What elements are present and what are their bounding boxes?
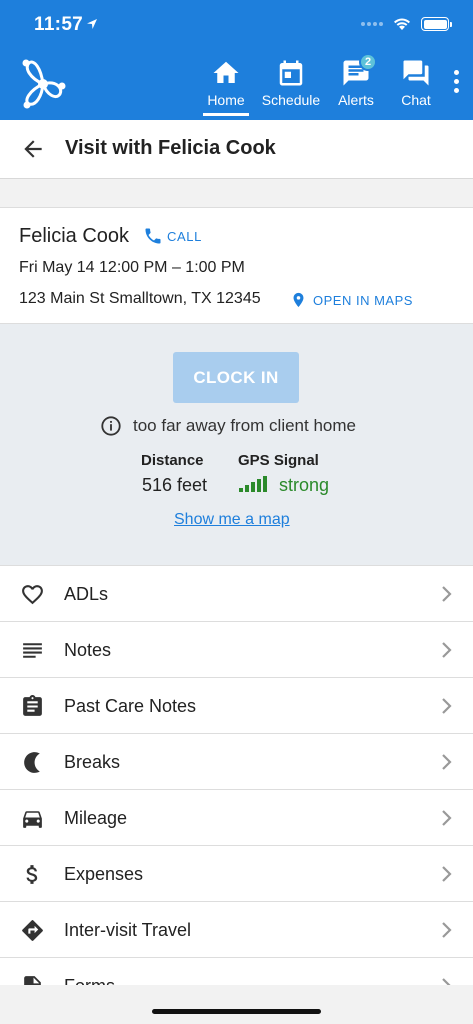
battery-icon [421, 17, 452, 31]
menu-item-label: Expenses [64, 864, 144, 884]
clock-in-section: CLOCK IN too far away from client home D… [0, 324, 473, 565]
menu-item-mileage[interactable]: Mileage [0, 789, 473, 845]
notes-icon [23, 643, 42, 658]
calendar-icon [279, 60, 303, 86]
gps-signal-bars-icon [239, 476, 267, 492]
menu-item-inter-visit-travel[interactable]: Inter-visit Travel [0, 901, 473, 957]
maps-label: OPEN IN MAPS [313, 292, 413, 308]
alerts-badge: 2 [359, 53, 377, 71]
open-in-maps-button[interactable]: OPEN IN MAPS [290, 290, 413, 310]
call-label: CALL [167, 228, 202, 244]
chevron-right-icon [442, 978, 451, 985]
menu-item-label: Inter-visit Travel [64, 920, 192, 940]
menu-item-label: ADLs [64, 584, 109, 604]
nav-chat-label: Chat [401, 92, 431, 108]
menu-item-notes[interactable]: Notes [0, 621, 473, 677]
moon-icon [24, 752, 40, 773]
dollar-icon [26, 865, 38, 884]
car-icon [23, 811, 42, 828]
heart-icon [22, 585, 43, 605]
nav-schedule-label: Schedule [261, 92, 321, 108]
nav-alerts[interactable]: 2 Alerts [326, 53, 386, 116]
warning-text: too far away from client home [133, 416, 356, 435]
status-time: 11:57 [34, 14, 84, 35]
nav-schedule[interactable]: Schedule [256, 58, 326, 116]
more-options-icon[interactable] [454, 70, 459, 93]
chevron-right-icon [442, 642, 452, 658]
nav-chat[interactable]: Chat [386, 58, 446, 116]
form-icon [24, 976, 41, 985]
distance-warning: too far away from client home [100, 415, 356, 437]
nav-home-label: Home [207, 92, 245, 108]
distance-label: Distance [141, 452, 204, 469]
clipboard-icon [23, 695, 42, 716]
cellular-signal-icon [361, 22, 383, 26]
back-arrow-icon[interactable] [20, 136, 46, 162]
menu-item-breaks[interactable]: Breaks [0, 733, 473, 789]
top-nav: Home Schedule 2 Alerts Chat [196, 53, 446, 116]
client-address: 123 Main St Smalltown, TX 12345 [19, 290, 261, 307]
clock-in-button[interactable]: CLOCK IN [173, 352, 299, 403]
home-indicator [0, 985, 473, 1024]
chevron-right-icon [442, 866, 452, 882]
menu-item-label: Breaks [64, 752, 121, 772]
show-map-link[interactable]: Show me a map [174, 511, 290, 529]
info-icon [101, 416, 121, 436]
chevron-right-icon [442, 698, 452, 714]
menu-item-label: Forms [64, 976, 115, 985]
nav-home[interactable]: Home [196, 58, 256, 116]
phone-icon [145, 228, 161, 244]
home-icon [213, 61, 239, 83]
page-header: Visit with Felicia Cook [0, 120, 473, 179]
visit-menu-list: ADLs Notes Past Care Notes Breaks Mileag… [0, 565, 473, 985]
wifi-icon [394, 18, 410, 30]
gps-signal-value: strong [279, 475, 330, 495]
menu-item-label: Mileage [64, 808, 128, 828]
status-bar: 11:57 [0, 0, 473, 50]
app-logo-icon [22, 59, 66, 109]
nav-alerts-label: Alerts [338, 92, 374, 108]
client-name: Felicia Cook [19, 225, 130, 247]
distance-value: 516 feet [142, 475, 208, 495]
visit-time: Fri May 14 12:00 PM – 1:00 PM [19, 259, 245, 276]
chat-icon [403, 60, 429, 86]
menu-item-expenses[interactable]: Expenses [0, 845, 473, 901]
menu-item-past-care-notes[interactable]: Past Care Notes [0, 677, 473, 733]
chevron-right-icon [442, 922, 452, 938]
client-info-card: Felicia Cook CALL Fri May 14 12:00 PM – … [0, 207, 473, 324]
menu-item-label: Notes [64, 640, 112, 660]
chevron-right-icon [442, 810, 452, 826]
location-arrow-icon [87, 19, 97, 29]
chevron-right-icon [442, 586, 452, 602]
menu-item-forms[interactable]: Forms [0, 957, 473, 985]
menu-item-adls[interactable]: ADLs [0, 565, 473, 621]
app-header-bar: 11:57 Home Schedule 2 Alerts Chat [0, 0, 473, 120]
page-title: Visit with Felicia Cook [65, 137, 276, 159]
gps-signal-label: GPS Signal [238, 452, 319, 469]
map-pin-icon [293, 292, 304, 308]
call-button[interactable]: CALL [143, 226, 202, 246]
chevron-right-icon [442, 754, 452, 770]
directions-icon [22, 920, 43, 941]
menu-item-label: Past Care Notes [64, 696, 197, 716]
